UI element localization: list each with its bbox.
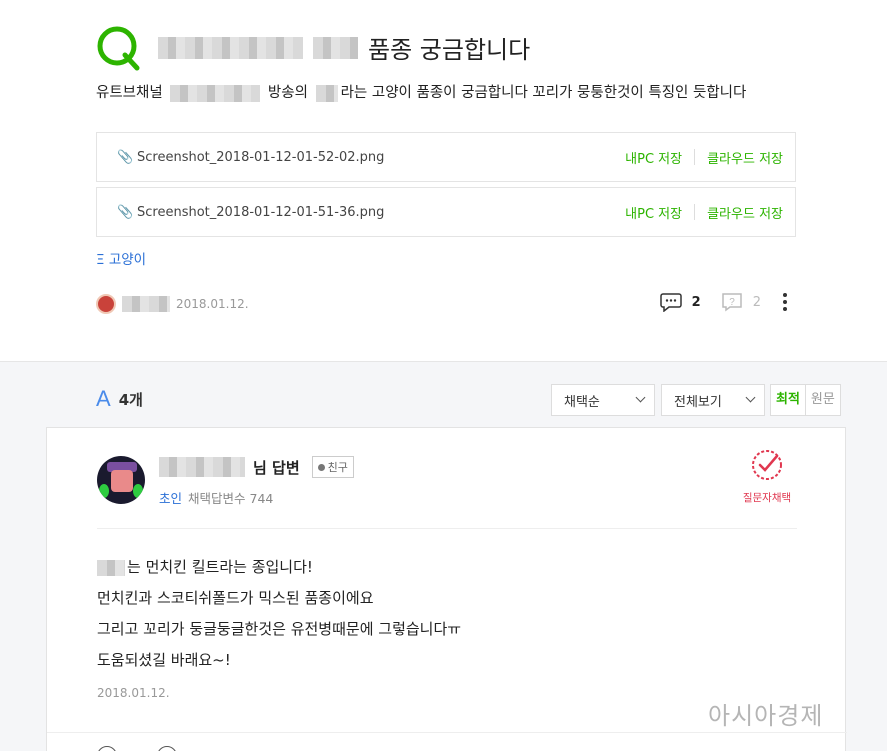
divider — [97, 528, 797, 529]
question-body: 유트브채널 방송의 라는 고양이 품종이 궁금합니다 꼬리가 뭉퉁한것이 특징인… — [96, 84, 747, 102]
answerer-level[interactable]: 초인 — [159, 488, 182, 507]
person-add-icon — [317, 463, 325, 471]
same-question-button[interactable]: ? 2 — [721, 292, 761, 312]
asker-chosen-badge: 질문자채택 — [737, 448, 797, 505]
same-question-count: 2 — [752, 294, 761, 310]
watermark: 아시아경제 — [708, 702, 824, 730]
redacted-text — [170, 84, 261, 102]
paperclip-icon: 📎 — [117, 150, 134, 165]
comment-icon[interactable] — [97, 746, 117, 751]
redacted-text — [97, 559, 125, 576]
selected-answer-count: 채택답변수 744 — [188, 491, 274, 506]
attachment-row: 📎 Screenshot_2018-01-12-01-52-02.png 내PC… — [96, 132, 796, 182]
divider — [47, 732, 847, 733]
answers-section: A 4개 채택순 전체보기 최적 원문 님 답변 친구 초인 채택답변수 744 — [0, 361, 887, 751]
asker-avatar[interactable] — [96, 294, 116, 314]
answer-date: 2018.01.12. — [97, 686, 170, 700]
attachment-filename[interactable]: Screenshot_2018-01-12-01-52-02.png — [137, 150, 613, 165]
question-actions: 2 ? 2 — [640, 292, 787, 312]
comment-count: 2 — [691, 294, 701, 310]
redacted-username — [122, 296, 170, 312]
question-q-icon — [97, 26, 140, 71]
answer-body: 는 먼치킨 킬트라는 종입니다! 먼치킨과 스코티쉬폴드가 믹스된 품종이에요 … — [97, 558, 462, 669]
chevron-down-icon — [745, 392, 756, 403]
svg-text:?: ? — [729, 297, 735, 308]
sort-tabs: 최적 원문 — [770, 384, 841, 416]
comment-button[interactable]: 2 — [659, 292, 701, 312]
answers-header: A 4개 — [96, 386, 143, 412]
answerer-stats: 초인 채택답변수 744 — [159, 488, 273, 507]
save-cloud-button[interactable]: 클라우드 저장 — [695, 148, 795, 167]
redacted-username — [159, 457, 245, 477]
chevron-down-icon — [635, 392, 646, 403]
category-tag[interactable]: Ξ 고양이 — [96, 248, 146, 268]
like-icon[interactable] — [157, 746, 177, 751]
sort-select[interactable]: 채택순 — [551, 384, 655, 416]
more-menu-icon[interactable] — [783, 293, 787, 311]
question-title: 품종 궁금합니다 — [158, 30, 530, 65]
redacted-text — [315, 84, 338, 102]
tab-latest[interactable]: 최적 — [771, 385, 806, 415]
check-badge-icon — [752, 450, 782, 480]
view-select[interactable]: 전체보기 — [661, 384, 765, 416]
question-box-icon: ? — [721, 293, 742, 312]
save-pc-button[interactable]: 내PC 저장 — [613, 203, 694, 222]
answer-a-icon: A — [96, 386, 111, 411]
tab-original[interactable]: 원문 — [806, 385, 840, 415]
redacted-channel-name — [158, 36, 303, 59]
paperclip-icon: 📎 — [117, 205, 134, 220]
comment-icon — [659, 293, 682, 312]
answer-count: 4개 — [118, 390, 143, 409]
add-friend-button[interactable]: 친구 — [311, 456, 354, 478]
save-pc-button[interactable]: 내PC 저장 — [613, 148, 694, 167]
save-cloud-button[interactable]: 클라우드 저장 — [695, 203, 795, 222]
question-meta: 2018.01.12. — [96, 294, 249, 314]
answerer-name: 님 답변 친구 — [159, 456, 354, 478]
question-section: 품종 궁금합니다 유트브채널 방송의 라는 고양이 품종이 궁금합니다 꼬리가 … — [0, 0, 887, 361]
question-title-text: 품종 궁금합니다 — [368, 36, 531, 64]
answer-title: 님 답변 — [253, 458, 300, 477]
attachment-row: 📎 Screenshot_2018-01-12-01-51-36.png 내PC… — [96, 187, 796, 237]
question-date: 2018.01.12. — [176, 297, 249, 311]
answer-actions — [97, 746, 177, 751]
attachment-filename[interactable]: Screenshot_2018-01-12-01-51-36.png — [137, 205, 613, 220]
answerer-avatar[interactable] — [97, 456, 145, 504]
redacted-cat-name — [313, 36, 358, 59]
